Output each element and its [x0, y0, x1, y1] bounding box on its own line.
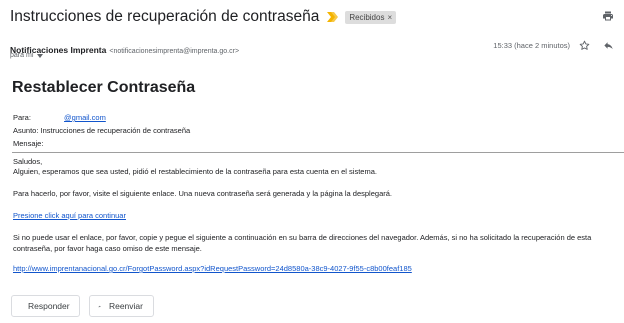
fallback-text: Si no puede usar el enlace, por favor, c…: [13, 233, 592, 253]
reset-url-link[interactable]: http://www.imprentanacional.go.cr/Forgot…: [13, 264, 412, 273]
print-icon[interactable]: [602, 10, 614, 22]
subject-row: Instrucciones de recuperación de contras…: [10, 6, 616, 28]
field-asunto: Asunto: Instrucciones de recuperación de…: [13, 126, 191, 135]
visit-text: Para hacerlo, por favor, visite el sigui…: [13, 189, 392, 198]
sender-email: <notificacionesimprenta@imprenta.go.cr>: [109, 48, 240, 55]
para-label: Para:: [13, 113, 31, 122]
email-subject: Instrucciones de recuperación de contras…: [10, 8, 320, 25]
para-email-link[interactable]: @gmail.com: [64, 113, 106, 122]
message-title: Restablecer Contraseña: [12, 79, 196, 96]
importance-marker-icon[interactable]: [327, 12, 339, 22]
reset-url-wrap: http://www.imprentanacional.go.cr/Forgot…: [13, 264, 616, 275]
divider: [12, 152, 624, 153]
sender-row: Notificaciones Imprenta <notificacionesim…: [10, 40, 616, 64]
label-chip-text: Recibidos: [349, 12, 385, 22]
field-para: Para: @gmail.com: [13, 113, 106, 122]
to-me-label: para mí: [10, 52, 34, 59]
reply-button-label: Responder: [28, 301, 70, 311]
inbox-label-chip[interactable]: Recibidos ×: [345, 10, 397, 24]
reply-icon[interactable]: [603, 40, 614, 51]
recipient-details-toggle[interactable]: para mí: [10, 52, 43, 59]
reply-button[interactable]: Responder: [11, 295, 80, 317]
greeting-text: Saludos,: [13, 157, 43, 166]
timestamp: 15:33 (hace 2 minutos): [493, 41, 570, 50]
continue-link[interactable]: Presione click aquí para continuar: [13, 211, 126, 220]
intro-text: Alguien, esperamos que sea usted, pidió …: [13, 167, 377, 176]
remove-label-icon[interactable]: ×: [387, 13, 392, 22]
forward-button-label: Reenviar: [108, 301, 143, 311]
chevron-down-icon: [36, 53, 43, 58]
continue-link-wrap: Presione click aquí para continuar: [13, 211, 616, 222]
forward-button[interactable]: Reenviar: [89, 295, 154, 317]
field-mensaje: Mensaje:: [13, 139, 44, 148]
star-icon[interactable]: [579, 40, 590, 51]
forward-icon: [98, 305, 101, 307]
